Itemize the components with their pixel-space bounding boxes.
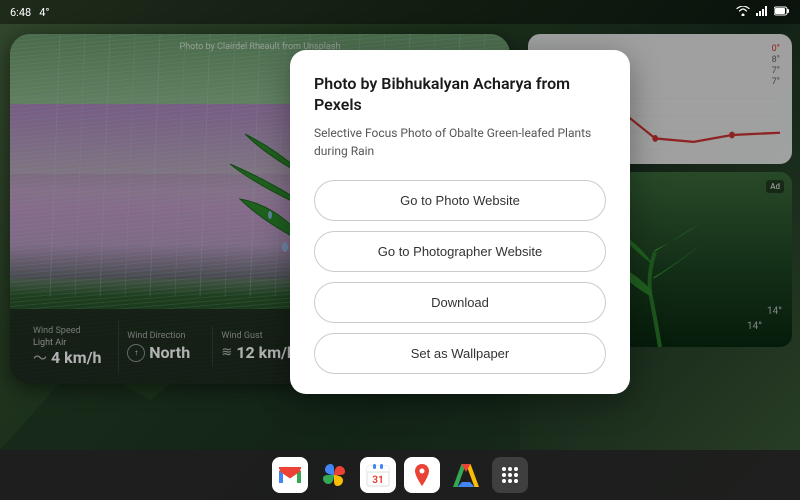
battery-icon (774, 6, 790, 19)
status-temp: 4° (39, 6, 49, 19)
download-button[interactable]: Download (314, 282, 606, 323)
google-photos-icon[interactable] (316, 457, 352, 493)
google-drive-icon[interactable] (448, 457, 484, 493)
status-icons (736, 6, 790, 19)
set-as-wallpaper-button[interactable]: Set as Wallpaper (314, 333, 606, 374)
taskbar: 31 (0, 450, 800, 500)
go-to-photographer-website-button[interactable]: Go to Photographer Website (314, 231, 606, 272)
status-time: 6:48 (10, 6, 31, 19)
google-maps-icon[interactable] (404, 457, 440, 493)
svg-text:31: 31 (372, 475, 383, 486)
status-bar: 6:48 4° (0, 0, 800, 24)
photo-info-dialog: Photo by Bibhukalyan Acharya from Pexels… (290, 50, 630, 394)
wifi-icon (736, 6, 750, 19)
go-to-photo-website-button[interactable]: Go to Photo Website (314, 180, 606, 221)
apps-launcher-icon[interactable] (492, 457, 528, 493)
google-calendar-icon[interactable]: 31 (360, 457, 396, 493)
dialog-title: Photo by Bibhukalyan Acharya from Pexels (314, 74, 606, 116)
dialog-description: Selective Focus Photo of Obalte Green-le… (314, 124, 606, 160)
gmail-icon[interactable] (272, 457, 308, 493)
signal-icon (756, 6, 768, 19)
